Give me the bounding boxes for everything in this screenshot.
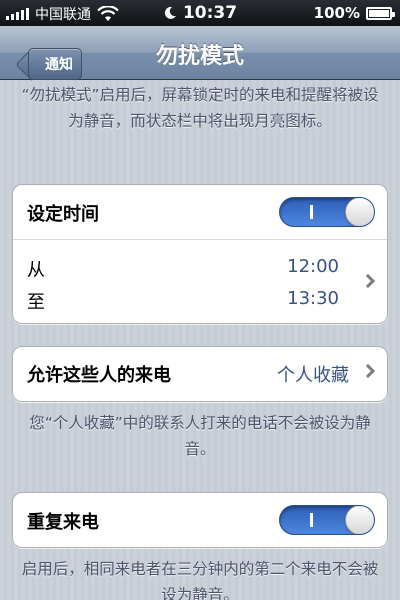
repeat-calls-note: 启用后，相同来电者在三分钟内的第二个来电不会被设为静音。: [21, 560, 379, 600]
allow-calls-row[interactable]: 允许这些人的来电 个人收藏: [13, 347, 387, 401]
allow-calls-group: 允许这些人的来电 个人收藏: [12, 346, 388, 402]
to-label: 至: [27, 292, 45, 313]
navigation-bar: 通知 勿扰模式: [0, 26, 400, 80]
schedule-toggle[interactable]: [279, 197, 375, 227]
from-label: 从: [27, 260, 45, 281]
repeat-calls-toggle[interactable]: [279, 505, 375, 535]
schedule-group: 设定时间 从 12:00 至 13:30: [12, 184, 388, 324]
toggle-on-mark: [310, 513, 313, 527]
status-bar: 中国联通 10:37 100%: [0, 0, 400, 26]
repeat-calls-row: 重复来电: [13, 493, 387, 547]
clock-time: 10:37: [182, 3, 238, 23]
to-time-value: 13:30: [287, 288, 339, 309]
moon-icon: [164, 6, 176, 19]
schedule-label: 设定时间: [27, 204, 99, 225]
allow-calls-value: 个人收藏: [277, 365, 349, 386]
battery-percent: 100%: [313, 4, 360, 22]
toggle-knob[interactable]: [345, 198, 374, 226]
battery-icon: [366, 6, 395, 20]
repeat-calls-label: 重复来电: [27, 512, 99, 533]
from-time-value: 12:00: [287, 256, 339, 277]
chevron-right-icon: [360, 273, 376, 289]
schedule-time-row[interactable]: 从 12:00 至 13:30: [13, 239, 387, 323]
allow-calls-note: 您“个人收藏”中的联系人打来的电话不会被设为静音。: [29, 414, 371, 458]
intro-note: “勿扰模式”启用后，屏幕锁定时的来电和提醒将被设为静音，而状态栏中将出现月亮图标…: [21, 86, 379, 130]
back-button[interactable]: 通知: [28, 48, 82, 80]
schedule-row: 设定时间: [13, 185, 387, 239]
repeat-calls-group: 重复来电: [12, 492, 388, 548]
chevron-right-icon: [360, 363, 376, 379]
back-button-label: 通知: [45, 57, 73, 73]
status-right: 100%: [313, 4, 395, 22]
toggle-on-mark: [310, 205, 313, 219]
allow-calls-label: 允许这些人的来电: [27, 365, 171, 386]
toggle-knob[interactable]: [345, 506, 374, 534]
